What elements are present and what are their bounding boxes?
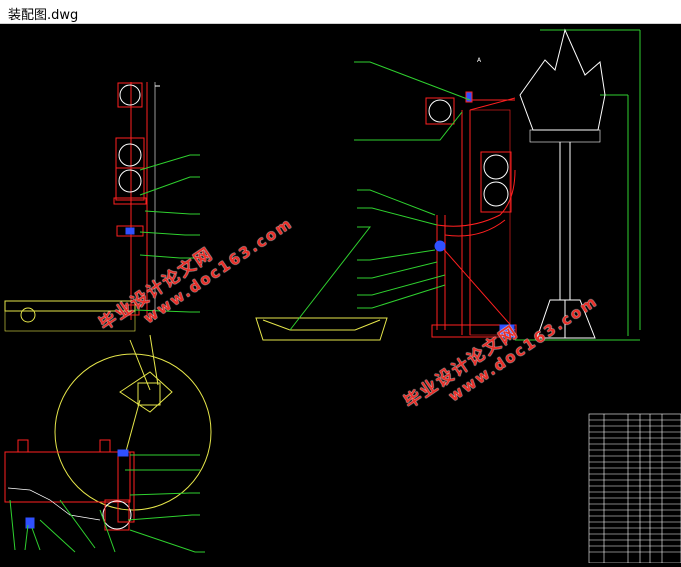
title-bar: 装配图.dwg xyxy=(0,0,681,24)
left-side-view xyxy=(4,334,212,553)
file-tab-title[interactable]: 装配图.dwg xyxy=(8,4,78,23)
title-block xyxy=(588,413,681,564)
view-label-a: A xyxy=(477,57,482,64)
drawing-canvas[interactable]: A 毕业设计论文网 www.doc163.com 毕业设计论文网 www.doc… xyxy=(0,24,681,564)
